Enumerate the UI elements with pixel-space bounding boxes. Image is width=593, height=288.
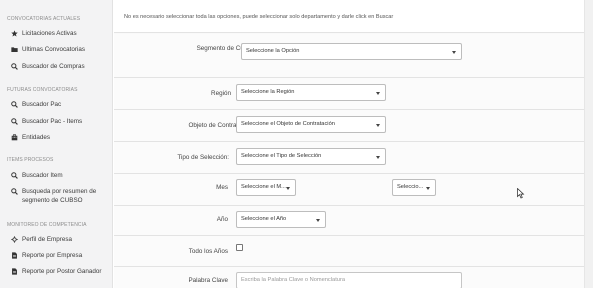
search-icon (10, 188, 18, 196)
palabra-label: Palabra Clave (188, 277, 228, 284)
mes-label: Mes (216, 184, 228, 191)
star-icon (10, 30, 18, 38)
sidebar-item-label: Reporte por Postor Ganador (22, 268, 102, 275)
section-title-convocatorias-actuales: CONVOCATORIAS ACTUALES (7, 16, 81, 22)
chevron-down-icon (376, 156, 380, 159)
segmento-select[interactable]: Seleccione la Opción (241, 43, 462, 60)
sidebar-item-buscador-pac[interactable]: Buscador Pac (10, 100, 110, 109)
sidebar-item-label: Buscador de Compras (22, 63, 85, 70)
row-segmento: Segmento de Cubso Seleccione la Opción (114, 34, 584, 78)
sidebar-item-reporte-por-empresa[interactable]: Reporte por Empresa (10, 251, 110, 260)
sidebar-item-label: Buscador Item (22, 172, 63, 179)
sidebar-item-licitaciones-activas[interactable]: Licitaciones Activas (10, 29, 110, 38)
notice-banner: No es necesario seleccionar toda las opc… (114, 0, 584, 33)
search-icon (10, 63, 18, 71)
sidebar-item-buscador-item[interactable]: Buscador Item (10, 171, 110, 180)
palabra-clave-input[interactable]: Escriba la Palabra Clave o Nomenclatura (236, 272, 462, 288)
objeto-select[interactable]: Seleccione el Objeto de Contratación (236, 116, 386, 133)
mes-hasta-select[interactable]: Seleccio... (392, 179, 436, 196)
todos-label: Todo los Años (188, 248, 228, 255)
chevron-down-icon (376, 124, 380, 127)
chevron-down-icon (316, 219, 320, 222)
region-select[interactable]: Seleccione la Región (236, 84, 386, 101)
section-title-monitoreo-de-competencia: MONITOREO DE COMPETENCIA (7, 222, 87, 228)
search-icon (10, 172, 18, 180)
anio-label: Año (216, 216, 228, 223)
sidebar-item-label: Reporte por Empresa (22, 252, 83, 259)
tipo-label: Tipo de Selección: (177, 154, 229, 161)
row-objeto: Objeto de Contratación: Seleccione el Ob… (114, 110, 584, 142)
building-icon (10, 134, 18, 142)
search-form-panel: No es necesario seleccionar toda las opc… (114, 0, 584, 288)
row-tipo: Tipo de Selección: Seleccione el Tipo de… (114, 142, 584, 174)
sidebar-item-reporte-por-postor-ganador[interactable]: Reporte por Postor Ganador (10, 267, 110, 276)
sidebar-item-ultimas-convocatorias[interactable]: Ultimas Convocatorias (10, 45, 110, 54)
sidebar-item-perfil-de-empresa[interactable]: Perfil de Empresa (10, 235, 110, 244)
row-todos: Todo los Años (114, 236, 584, 267)
sidebar-item-label: Entidades (22, 134, 51, 141)
row-mes: Mes Seleccione el M... Seleccio... (114, 174, 584, 206)
row-anio: Año Seleccione el Año (114, 206, 584, 236)
mouse-cursor-icon (517, 188, 525, 199)
search-icon (10, 101, 18, 109)
folder-icon (10, 46, 18, 54)
crosshair-icon (10, 236, 18, 244)
sidebar-item-label: Ultimas Convocatorias (22, 46, 85, 53)
sidebar-item-label: Licitaciones Activas (22, 30, 77, 37)
search-icon (10, 118, 18, 126)
document-icon (10, 268, 18, 276)
sidebar-item-label: Buscador Pac (22, 101, 62, 108)
sidebar-item-label: Perfil de Empresa (22, 236, 73, 243)
region-label: Región (211, 90, 231, 97)
sidebar: CONVOCATORIAS ACTUALES Licitaciones Acti… (0, 0, 113, 288)
sidebar-item-buscador-de-compras[interactable]: Buscador de Compras (10, 62, 110, 71)
todos-anios-checkbox[interactable] (236, 244, 243, 251)
row-region: Región Seleccione la Región (114, 78, 584, 110)
chevron-down-icon (426, 187, 430, 190)
row-palabra: Palabra Clave Escriba la Palabra Clave o… (114, 267, 584, 288)
sidebar-item-busqueda-resumen-cubso[interactable]: Busqueda por resumen de segmento de CUBS… (10, 187, 110, 205)
anio-select[interactable]: Seleccione el Año (236, 211, 326, 228)
scrollbar[interactable] (584, 0, 593, 288)
sidebar-item-buscador-pac-items[interactable]: Buscador Pac - Items (10, 117, 110, 126)
sidebar-item-label: Busqueda por resumen de segmento de CUBS… (22, 188, 97, 204)
notice-text: No es necesario seleccionar toda las opc… (124, 14, 394, 20)
sidebar-item-entidades[interactable]: Entidades (10, 133, 110, 142)
chevron-down-icon (286, 187, 290, 190)
sidebar-item-label: Buscador Pac - Items (22, 118, 83, 125)
document-icon (10, 252, 18, 260)
chevron-down-icon (376, 92, 380, 95)
section-title-futuras-convocatorias: FUTURAS CONVOCATORIAS (7, 87, 78, 93)
section-title-items-procesos: ITEMS PROCESOS (7, 157, 54, 163)
tipo-select[interactable]: Seleccione el Tipo de Selección (236, 148, 386, 165)
chevron-down-icon (452, 51, 456, 54)
mes-desde-select[interactable]: Seleccione el M... (236, 179, 296, 196)
